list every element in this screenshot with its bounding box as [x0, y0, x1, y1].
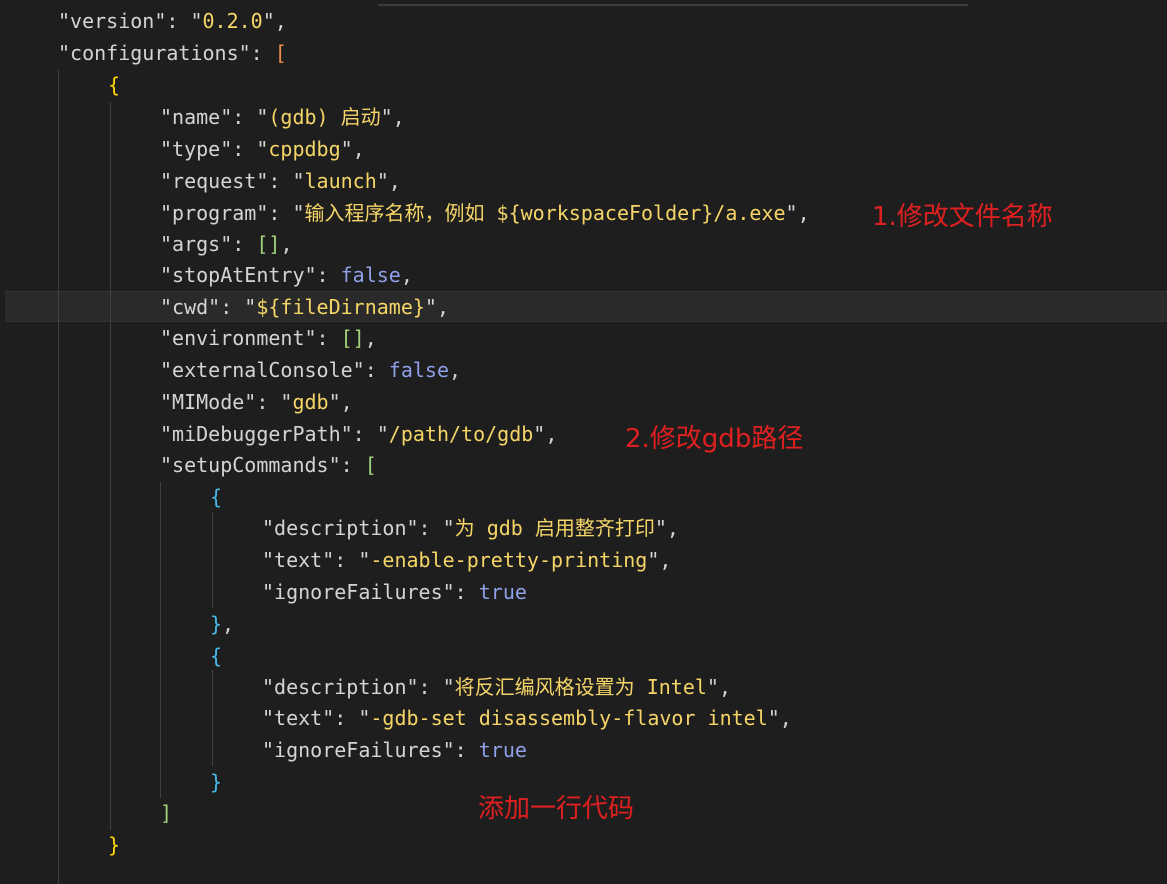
- code-line[interactable]: "configurations": [: [58, 37, 287, 69]
- code-line[interactable]: "text": "-enable-pretty-printing",: [262, 544, 671, 576]
- code-line[interactable]: "request": "launch",: [160, 165, 401, 197]
- bracket: {: [210, 485, 223, 509]
- code-line[interactable]: "version": "0.2.0",: [58, 5, 287, 37]
- annotation-rename-file: 1.修改文件名称: [872, 202, 1053, 232]
- code-line[interactable]: "program": "输入程序名称，例如 ${workspaceFolder}…: [160, 197, 810, 229]
- code-line[interactable]: "description": "为 gdb 启用整齐打印",: [262, 512, 679, 544]
- annotation-add-line: 添加一行代码: [478, 794, 635, 824]
- annotation-gdb-path: 2.修改gdb路径: [625, 424, 804, 454]
- json-string: gdb: [292, 390, 329, 414]
- json-key: text: [274, 548, 323, 572]
- json-boolean: false: [388, 358, 450, 382]
- code-line[interactable]: "args": [],: [160, 228, 292, 260]
- indent-guide: [212, 512, 213, 608]
- bracket: {: [108, 73, 121, 97]
- code-line[interactable]: }: [210, 766, 222, 798]
- json-string: launch: [304, 169, 377, 193]
- json-string: -gdb-set disassembly-flavor intel: [370, 706, 768, 730]
- json-string: cppdbg: [268, 137, 341, 161]
- json-key: type: [172, 137, 221, 161]
- indent-guide: [110, 102, 111, 830]
- code-line[interactable]: "name": "(gdb) 启动",: [160, 101, 405, 133]
- indent-guide: [212, 670, 213, 766]
- json-string: ${fileDirname}: [256, 295, 425, 319]
- json-boolean: true: [478, 738, 527, 762]
- json-string: 输入程序名称，例如 ${workspaceFolder}/a.exe: [304, 201, 786, 225]
- json-key: description: [274, 516, 407, 540]
- json-string: /path/to/gdb: [388, 422, 534, 446]
- bracket: {: [210, 644, 223, 668]
- scrollbar-hint: [378, 4, 968, 6]
- json-key: name: [172, 105, 221, 129]
- code-line[interactable]: "text": "-gdb-set disassembly-flavor int…: [262, 702, 792, 734]
- code-line[interactable]: }: [108, 829, 120, 861]
- json-key: ignoreFailures: [274, 580, 443, 604]
- code-line[interactable]: {: [210, 481, 222, 513]
- code-line[interactable]: "environment": [],: [160, 322, 377, 354]
- json-key: args: [172, 232, 221, 256]
- json-boolean: true: [478, 580, 527, 604]
- code-editor[interactable]: "version": "0.2.0", "configurations": [ …: [0, 0, 1167, 884]
- code-line[interactable]: "type": "cppdbg",: [160, 133, 365, 165]
- json-key: cwd: [172, 295, 209, 319]
- code-line[interactable]: {: [108, 69, 120, 101]
- indent-guide: [160, 482, 161, 798]
- json-string: 将反汇编风格设置为 Intel: [454, 675, 707, 699]
- bracket: ]: [160, 801, 173, 825]
- json-string: -enable-pretty-printing: [370, 548, 648, 572]
- code-line[interactable]: "ignoreFailures": true: [262, 576, 527, 608]
- code-line[interactable]: ]: [160, 797, 172, 829]
- bracket: }: [210, 770, 223, 794]
- json-key: description: [274, 675, 407, 699]
- code-line[interactable]: "description": "将反汇编风格设置为 Intel",: [262, 671, 731, 703]
- json-key: externalConsole: [172, 358, 353, 382]
- bracket: [: [364, 453, 377, 477]
- json-key: miDebuggerPath: [172, 422, 341, 446]
- code-line[interactable]: "cwd": "${fileDirname}",: [160, 291, 449, 323]
- code-line[interactable]: },: [210, 608, 234, 640]
- indent-guide: [58, 70, 59, 884]
- bracket: []: [256, 232, 281, 256]
- json-string: 为 gdb 启用整齐打印: [454, 516, 655, 540]
- bracket: []: [340, 326, 365, 350]
- json-string: (gdb) 启动: [268, 105, 381, 129]
- json-string: 0.2.0: [202, 9, 263, 33]
- code-line[interactable]: {: [210, 640, 222, 672]
- code-line[interactable]: "ignoreFailures": true: [262, 734, 527, 766]
- code-line[interactable]: "MIMode": "gdb",: [160, 386, 353, 418]
- json-key: ignoreFailures: [274, 738, 443, 762]
- json-key: request: [172, 169, 257, 193]
- code-line[interactable]: "externalConsole": false,: [160, 354, 461, 386]
- json-key: setupCommands: [172, 453, 329, 477]
- code-line[interactable]: "miDebuggerPath": "/path/to/gdb",: [160, 418, 557, 450]
- code-line[interactable]: "setupCommands": [: [160, 449, 377, 481]
- json-key: configurations: [70, 41, 239, 65]
- bracket: }: [108, 833, 121, 857]
- json-key: text: [274, 706, 323, 730]
- json-key: program: [172, 201, 257, 225]
- json-boolean: false: [340, 263, 401, 287]
- bracket: }: [210, 612, 223, 636]
- json-key: version: [70, 9, 155, 33]
- json-key: MIMode: [172, 390, 245, 414]
- json-key: stopAtEntry: [172, 263, 305, 287]
- json-key: environment: [172, 326, 305, 350]
- bracket: [: [274, 41, 287, 65]
- code-line[interactable]: "stopAtEntry": false,: [160, 259, 413, 291]
